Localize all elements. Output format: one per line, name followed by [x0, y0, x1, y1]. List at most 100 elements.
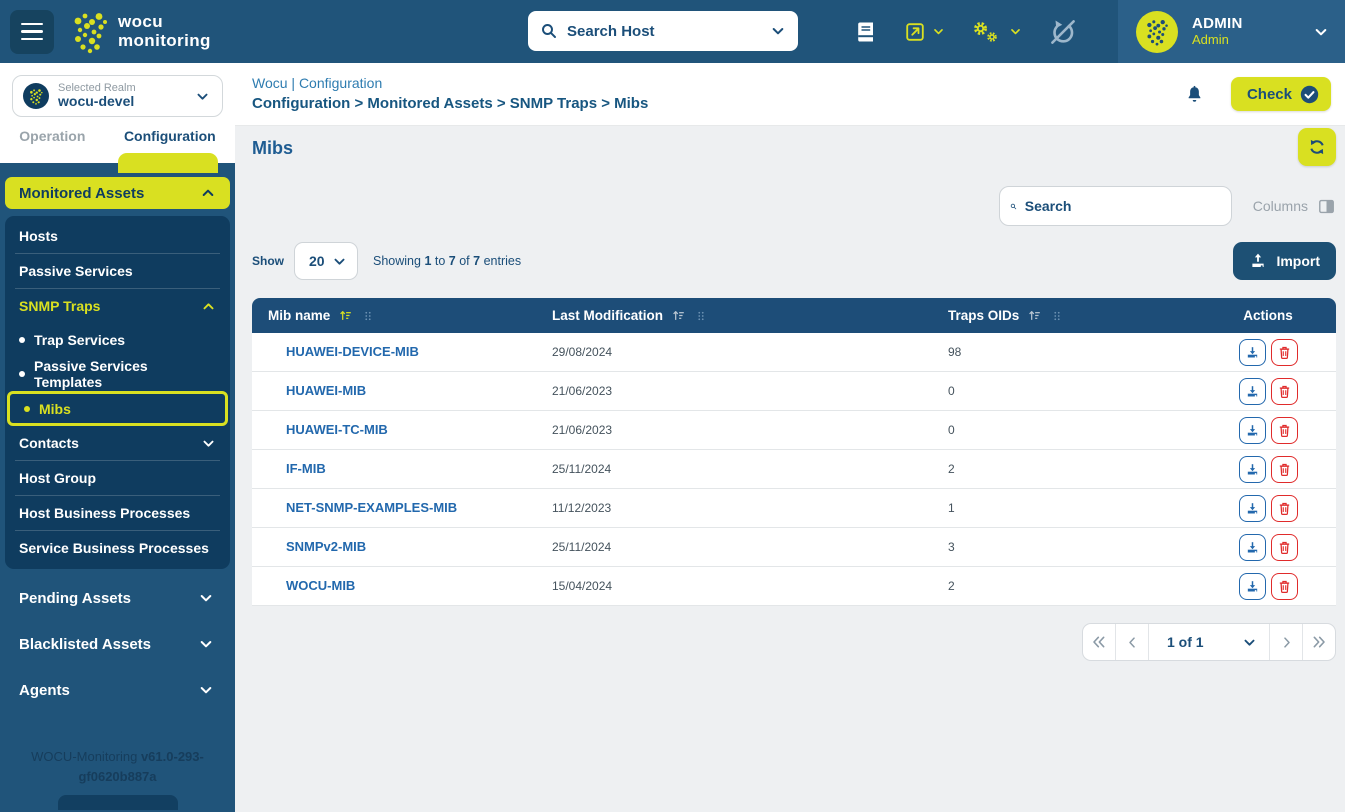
- download-icon: [1245, 345, 1260, 360]
- chevron-down-icon: [1313, 24, 1329, 40]
- chevron-down-icon: [332, 254, 347, 269]
- auto-refresh-toggle[interactable]: [1048, 17, 1078, 47]
- last-modification-cell: 29/08/2024: [552, 345, 612, 359]
- previous-page-button[interactable]: [1116, 624, 1149, 660]
- trash-icon: [1277, 423, 1292, 438]
- breadcrumb: Wocu | Configuration Configuration > Mon…: [252, 73, 648, 115]
- page-select[interactable]: 1 of 1: [1149, 624, 1269, 660]
- mib-name-link[interactable]: SNMPv2-MIB: [286, 539, 366, 554]
- monitored-assets-label: Monitored Assets: [19, 185, 144, 202]
- mib-name-link[interactable]: HUAWEI-DEVICE-MIB: [286, 344, 419, 359]
- breadcrumb-app[interactable]: Wocu | Configuration: [252, 73, 648, 93]
- external-tools-menu[interactable]: [904, 21, 945, 43]
- trash-icon: [1277, 384, 1292, 399]
- drag-handle-icon[interactable]: [1050, 309, 1064, 323]
- show-row: Show 20 Showing 1 to 7 of 7 entries Impo…: [252, 242, 1336, 280]
- table-row: WOCU-MIB 15/04/2024 2: [252, 567, 1336, 606]
- breadcrumb-path[interactable]: Configuration > Monitored Assets > SNMP …: [252, 93, 648, 115]
- download-mib-button[interactable]: [1239, 456, 1266, 483]
- page-header-actions: Check: [1184, 77, 1331, 111]
- host-search-combobox[interactable]: Search Host: [528, 11, 798, 51]
- delete-mib-button[interactable]: [1271, 456, 1298, 483]
- first-page-button[interactable]: [1083, 624, 1116, 660]
- download-mib-button[interactable]: [1239, 495, 1266, 522]
- sidebar-item-passive-services[interactable]: Passive Services: [5, 254, 230, 288]
- delete-mib-button[interactable]: [1271, 573, 1298, 600]
- sidebar-item-host-group[interactable]: Host Group: [5, 461, 230, 495]
- next-page-button[interactable]: [1269, 624, 1302, 660]
- mib-name-link[interactable]: WOCU-MIB: [286, 578, 355, 593]
- docs-button[interactable]: [854, 20, 878, 44]
- table-row: HUAWEI-TC-MIB 21/06/2023 0: [252, 411, 1336, 450]
- sidebar-item-host-business-processes[interactable]: Host Business Processes: [5, 496, 230, 530]
- refresh-button[interactable]: [1298, 128, 1336, 166]
- last-page-button[interactable]: [1302, 624, 1335, 660]
- delete-mib-button[interactable]: [1271, 339, 1298, 366]
- download-mib-button[interactable]: [1239, 339, 1266, 366]
- download-mib-button[interactable]: [1239, 378, 1266, 405]
- columns-label: Columns: [1253, 198, 1308, 214]
- chevron-up-icon: [201, 299, 216, 314]
- sidebar-item-blacklisted-assets[interactable]: Blacklisted Assets: [5, 627, 230, 661]
- chevron-left-icon: [1125, 635, 1140, 650]
- sort-icon[interactable]: [1027, 308, 1042, 323]
- pagination-row: 1 of 1: [252, 623, 1336, 661]
- user-name: ADMIN: [1192, 15, 1299, 32]
- chevron-down-icon: [198, 682, 214, 698]
- sidebar-item-trap-services[interactable]: Trap Services: [5, 323, 230, 357]
- double-chevron-right-icon: [1311, 634, 1327, 650]
- sidebar-item-passive-services-templates[interactable]: Passive Services Templates: [5, 357, 230, 391]
- hamburger-menu-button[interactable]: [10, 10, 54, 54]
- check-button[interactable]: Check: [1231, 77, 1331, 111]
- download-mib-button[interactable]: [1239, 417, 1266, 444]
- mib-name-link[interactable]: HUAWEI-TC-MIB: [286, 422, 388, 437]
- column-header-mib-name[interactable]: Mib name: [252, 308, 552, 323]
- download-icon: [1245, 462, 1260, 477]
- drag-handle-icon[interactable]: [694, 309, 708, 323]
- sidebar-item-monitored-assets[interactable]: Monitored Assets: [5, 177, 230, 209]
- bullet-icon: [19, 371, 25, 377]
- import-button[interactable]: Import: [1233, 242, 1336, 280]
- title-row: Mibs: [252, 128, 1336, 166]
- columns-toggle[interactable]: Columns: [1253, 197, 1336, 216]
- sidebar-item-agents[interactable]: Agents: [5, 673, 230, 707]
- upload-icon: [1249, 252, 1267, 270]
- table-row: IF-MIB 25/11/2024 2: [252, 450, 1336, 489]
- drag-handle-icon[interactable]: [361, 309, 375, 323]
- column-header-last-modification[interactable]: Last Modification: [552, 308, 948, 323]
- tab-configuration[interactable]: Configuration: [124, 128, 216, 144]
- column-header-traps-oids[interactable]: Traps OIDs: [948, 308, 1200, 323]
- search-input[interactable]: [1025, 198, 1221, 214]
- sidebar-item-service-business-processes[interactable]: Service Business Processes: [5, 531, 230, 565]
- page-size-select[interactable]: 20: [294, 242, 358, 280]
- download-icon: [1245, 423, 1260, 438]
- delete-mib-button[interactable]: [1271, 417, 1298, 444]
- realm-selector[interactable]: Selected Realm wocu-devel: [12, 75, 223, 117]
- download-mib-button[interactable]: [1239, 534, 1266, 561]
- settings-menu[interactable]: [971, 19, 1022, 45]
- table-header: Mib name Last Modification Traps OIDs: [252, 298, 1336, 333]
- search-icon: [540, 22, 558, 40]
- sidebar-item-hosts[interactable]: Hosts: [5, 219, 230, 253]
- sidebar-item-mibs[interactable]: Mibs: [10, 394, 225, 423]
- mib-name-link[interactable]: NET-SNMP-EXAMPLES-MIB: [286, 500, 457, 515]
- sidebar-item-snmp-traps[interactable]: SNMP Traps: [5, 289, 230, 323]
- user-menu[interactable]: ADMIN Admin: [1118, 0, 1345, 63]
- wocu-logo: wocu monitoring: [70, 10, 211, 54]
- download-mib-button[interactable]: [1239, 573, 1266, 600]
- sidebar-top: Selected Realm wocu-devel Operation Conf…: [0, 63, 235, 163]
- sidebar-item-pending-assets[interactable]: Pending Assets: [5, 581, 230, 615]
- mib-name-link[interactable]: IF-MIB: [286, 461, 326, 476]
- sort-icon[interactable]: [338, 308, 353, 323]
- delete-mib-button[interactable]: [1271, 495, 1298, 522]
- notifications-bell-icon[interactable]: [1184, 84, 1205, 105]
- tab-operation[interactable]: Operation: [19, 128, 85, 144]
- refresh-icon: [1307, 137, 1327, 157]
- sidebar-item-contacts[interactable]: Contacts: [5, 426, 230, 460]
- sort-icon[interactable]: [671, 308, 686, 323]
- trash-icon: [1277, 540, 1292, 555]
- mib-name-link[interactable]: HUAWEI-MIB: [286, 383, 366, 398]
- delete-mib-button[interactable]: [1271, 378, 1298, 405]
- show-label: Show: [252, 254, 284, 268]
- delete-mib-button[interactable]: [1271, 534, 1298, 561]
